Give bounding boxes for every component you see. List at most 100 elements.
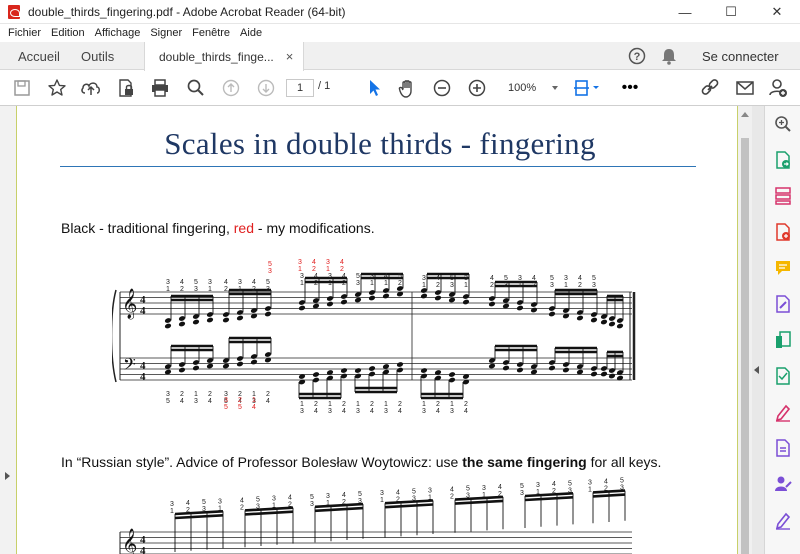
sidepanel-create-pdf-button[interactable] [773, 222, 793, 242]
sidepanel-export-pdf-button[interactable] [773, 150, 793, 170]
svg-text:1: 1 [272, 503, 276, 510]
svg-text:4: 4 [140, 305, 146, 317]
svg-text:1: 1 [422, 282, 426, 289]
minimize-button[interactable]: — [662, 0, 708, 24]
svg-text:2: 2 [314, 280, 318, 287]
left-panel-toggle[interactable] [0, 106, 16, 554]
svg-text:1: 1 [370, 280, 374, 287]
svg-text:1: 1 [252, 397, 256, 404]
tab-document[interactable]: double_thirds_finge... × [144, 42, 305, 71]
more-tools-button[interactable]: ••• [618, 77, 642, 99]
sidepanel-fill-sign-button[interactable] [773, 402, 793, 422]
sidepanel-protect-button[interactable] [773, 438, 793, 458]
zoom-select[interactable]: 100% [502, 79, 560, 97]
svg-text:2: 2 [342, 401, 346, 408]
fit-page-button[interactable] [572, 77, 602, 99]
hand-icon [398, 80, 412, 98]
previous-page-button[interactable] [219, 77, 243, 99]
upload-icon [81, 82, 100, 95]
svg-text:2: 2 [490, 282, 494, 289]
email-button[interactable] [733, 77, 757, 99]
svg-text:3: 3 [518, 275, 522, 282]
sidepanel-more-tools-button[interactable] [773, 510, 793, 530]
menu-edition[interactable]: Edition [51, 27, 85, 39]
svg-text:3: 3 [356, 280, 360, 287]
sidepanel-compress-button[interactable] [773, 330, 793, 350]
sidepanel-zoom-button[interactable] [773, 114, 793, 134]
tab-accueil[interactable]: Accueil [18, 42, 60, 70]
protect-document-button[interactable] [114, 77, 138, 99]
menu-fenetre[interactable]: Fenêtre [192, 27, 230, 39]
score-staves: 𝄞𝄢44443142533142314253314231425331415231… [112, 259, 636, 415]
svg-text:3: 3 [266, 286, 270, 293]
svg-text:2: 2 [342, 280, 346, 287]
svg-text:1: 1 [380, 497, 384, 504]
svg-text:2: 2 [604, 486, 608, 493]
share-link-button[interactable] [699, 77, 723, 99]
svg-text:1: 1 [328, 280, 332, 287]
page-up-icon [222, 79, 240, 97]
svg-text:4: 4 [552, 481, 556, 488]
svg-text:2: 2 [552, 488, 556, 495]
select-tool-button[interactable] [362, 77, 386, 99]
svg-text:2: 2 [312, 266, 316, 273]
svg-text:4: 4 [180, 279, 184, 286]
sign-in-button[interactable]: Se connecter [702, 42, 779, 70]
svg-text:3: 3 [422, 408, 426, 415]
svg-text:5: 5 [466, 486, 470, 493]
svg-text:1: 1 [300, 280, 304, 287]
svg-text:5: 5 [202, 499, 206, 506]
music-score-traditional: 𝄞𝄢44443142533142314253314231425331415231… [112, 259, 636, 415]
svg-text:2: 2 [464, 401, 468, 408]
sidepanel-organize-pages-button[interactable] [773, 186, 793, 206]
bookmark-button[interactable] [45, 77, 69, 99]
maximize-button[interactable]: ☐ [708, 0, 754, 24]
next-page-button[interactable] [254, 77, 278, 99]
menu-affichage[interactable]: Affichage [95, 27, 141, 39]
svg-text:4: 4 [398, 408, 402, 415]
upload-button[interactable] [79, 77, 103, 99]
svg-text:1: 1 [482, 492, 486, 499]
organize-pages-icon [775, 187, 791, 205]
svg-text:5: 5 [268, 261, 272, 268]
vertical-scrollbar[interactable] [738, 106, 752, 554]
scroll-thumb[interactable] [741, 138, 749, 554]
compress-icon [776, 331, 791, 348]
lock-document-icon [119, 79, 133, 97]
svg-text:2: 2 [436, 282, 440, 289]
svg-text:5: 5 [398, 273, 402, 280]
tab-outils[interactable]: Outils [81, 42, 114, 70]
zoom-out-button[interactable] [430, 77, 454, 99]
svg-text:1: 1 [166, 286, 170, 293]
menu-fichier[interactable]: Fichier [8, 27, 41, 39]
window-title: double_thirds_fingering.pdf - Adobe Acro… [28, 4, 346, 19]
menu-aide[interactable]: Aide [240, 27, 262, 39]
add-user-button[interactable] [766, 77, 790, 99]
sidepanel-edit-pdf-button[interactable] [773, 294, 793, 314]
sidepanel-scan-button[interactable] [773, 366, 793, 386]
collapse-right-panel-icon[interactable] [754, 366, 759, 374]
svg-text:4: 4 [140, 371, 146, 383]
notifications-button[interactable] [660, 42, 678, 70]
svg-text:4: 4 [342, 408, 346, 415]
page-number-input[interactable]: 1 [286, 79, 314, 97]
svg-text:1: 1 [518, 282, 522, 289]
scroll-up-icon[interactable] [741, 112, 749, 117]
print-button[interactable] [148, 77, 172, 99]
find-button[interactable] [184, 77, 208, 99]
tab-close-icon[interactable]: × [286, 49, 294, 64]
save-button[interactable] [10, 77, 34, 99]
help-button[interactable]: ? [627, 42, 647, 70]
svg-text:1: 1 [300, 401, 304, 408]
svg-text:4: 4 [384, 273, 388, 280]
expand-left-icon [5, 472, 10, 480]
hand-tool-button[interactable] [396, 77, 420, 99]
svg-text:5: 5 [238, 404, 242, 411]
close-window-button[interactable]: ✕ [754, 0, 800, 24]
sidepanel-comment-button[interactable] [773, 258, 793, 278]
svg-text:5: 5 [358, 491, 362, 498]
zoom-in-button[interactable] [465, 77, 489, 99]
svg-text:4: 4 [450, 487, 454, 494]
menu-signer[interactable]: Signer [150, 27, 182, 39]
sidepanel-send-sign-button[interactable] [773, 474, 793, 494]
